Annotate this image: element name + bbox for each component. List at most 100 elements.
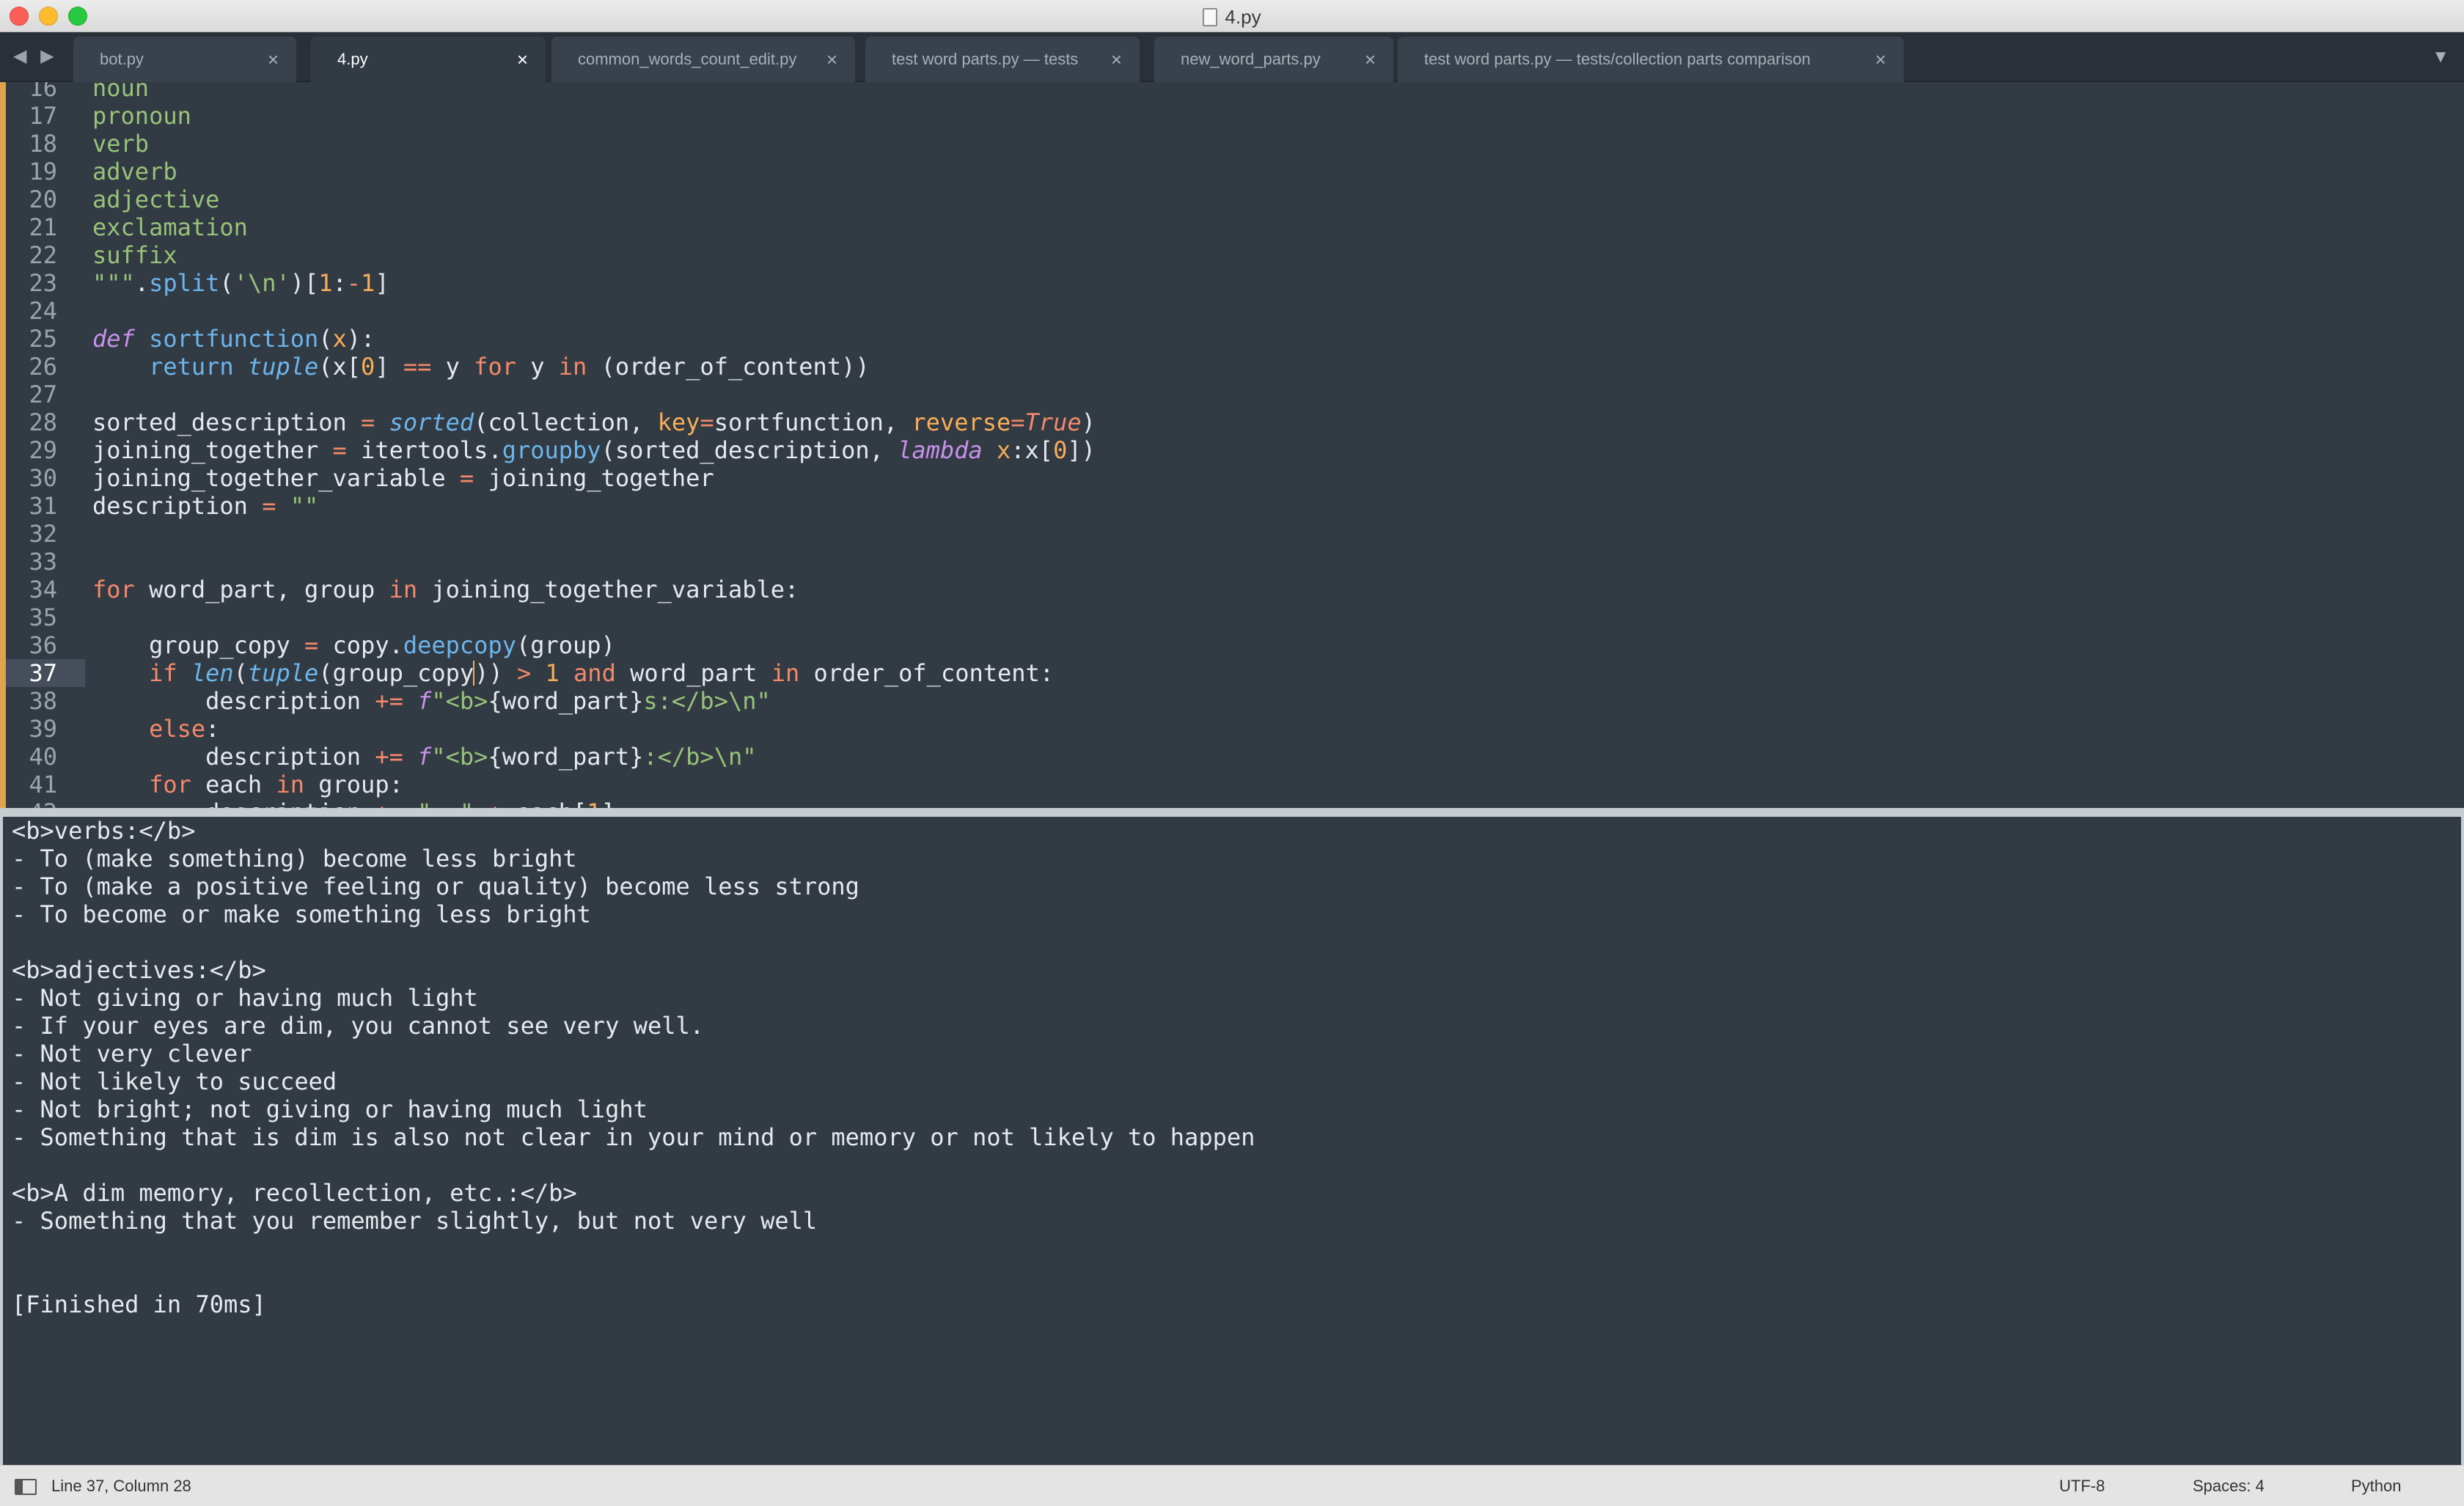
tab-collection-parts-comparison[interactable]: test word parts.py — tests/collection pa… bbox=[1398, 37, 1904, 82]
output-line: - Something that you remember slightly, … bbox=[12, 1207, 818, 1235]
code-line[interactable]: 36 group_copy = copy.deepcopy(group) bbox=[0, 631, 2464, 659]
code-line[interactable]: 19 adverb bbox=[0, 158, 2464, 186]
code-line[interactable]: 41 for each in group: bbox=[0, 771, 2464, 798]
line-number: 35 bbox=[29, 603, 57, 631]
line-number: 37 bbox=[29, 659, 57, 687]
tab-overflow-menu-icon[interactable]: ▼ bbox=[2432, 47, 2449, 67]
code-token: """ bbox=[92, 269, 135, 297]
code-line[interactable]: 28 sorted_description = sorted(collection… bbox=[0, 408, 2464, 436]
code-token: :</b>\n" bbox=[643, 743, 757, 771]
line-number: 42 bbox=[16, 798, 57, 808]
tab-new-word-parts[interactable]: new_word_parts.py × bbox=[1154, 37, 1393, 82]
code-token: += bbox=[375, 743, 403, 771]
output-line: - If your eyes are dim, you cannot see v… bbox=[12, 1012, 705, 1040]
code-token: + bbox=[488, 798, 502, 808]
code-token: order_of_content: bbox=[799, 659, 1055, 687]
code-token: sortfunction bbox=[149, 325, 319, 353]
code-token: : bbox=[332, 269, 347, 297]
code-line[interactable]: 29 joining_together = itertools.groupby(s… bbox=[0, 436, 2464, 464]
code-line[interactable]: 24 bbox=[0, 297, 2464, 325]
code-token: tuple bbox=[247, 353, 319, 381]
file-icon bbox=[1203, 8, 1218, 26]
code-line[interactable]: 26 return tuple(x[0] == y for y in (orde… bbox=[0, 353, 2464, 381]
line-number: 18 bbox=[29, 130, 57, 158]
code-token: (group) bbox=[516, 631, 615, 659]
code-line[interactable]: 21 exclamation bbox=[0, 213, 2464, 241]
close-tab-icon[interactable]: × bbox=[268, 37, 279, 82]
code-line[interactable]: 42 description += "- " + each[1] bbox=[0, 798, 2464, 808]
code-token: (group_copy bbox=[318, 659, 474, 687]
code-line[interactable]: 25 def sortfunction(x): bbox=[0, 325, 2464, 353]
line-number: 38 bbox=[29, 687, 57, 715]
code-text: suffix bbox=[92, 241, 177, 269]
code-token: = bbox=[262, 492, 276, 520]
code-token: : bbox=[205, 715, 220, 743]
output-line: - Not very clever bbox=[12, 1040, 252, 1068]
code-line[interactable]: 22 suffix bbox=[0, 241, 2464, 269]
tab-navigation-arrows-icon[interactable]: ◀ ▶ bbox=[13, 45, 59, 67]
tab-bot-py[interactable]: bot.py × bbox=[73, 37, 296, 82]
code-text: return tuple(x[0] == y for y in (order_o… bbox=[92, 353, 870, 381]
tab-test-word-parts-tests[interactable]: test word parts.py — tests × bbox=[865, 37, 1140, 82]
code-line[interactable]: 30 joining_together_variable = joining_to… bbox=[0, 464, 2464, 492]
code-token: = bbox=[700, 408, 714, 436]
code-line[interactable]: 32 bbox=[0, 520, 2464, 548]
code-line[interactable]: 23 """.split('\n')[1:-1] bbox=[0, 269, 2464, 297]
encoding-indicator[interactable]: UTF-8 bbox=[2059, 1466, 2105, 1506]
output-line: <b>A dim memory, recollection, etc.:</b> bbox=[12, 1179, 577, 1207]
code-token: def bbox=[92, 325, 135, 353]
code-line[interactable]: 31 description = "" bbox=[0, 492, 2464, 520]
close-tab-icon[interactable]: × bbox=[826, 37, 837, 82]
code-line[interactable]: 38 description += f"<b>{word_part}s:</b>… bbox=[0, 687, 2464, 715]
close-tab-icon[interactable]: × bbox=[1875, 37, 1886, 82]
code-line[interactable]: 16 noun bbox=[0, 82, 2464, 102]
code-token: word_part, group bbox=[134, 576, 389, 603]
tab-label: new_word_parts.py bbox=[1181, 50, 1321, 68]
code-token: (collection, bbox=[474, 408, 658, 436]
output-line: - Not giving or having much light bbox=[12, 984, 478, 1012]
indentation-indicator[interactable]: Spaces: 4 bbox=[2193, 1466, 2265, 1506]
line-number: 26 bbox=[29, 353, 57, 381]
close-tab-icon[interactable]: × bbox=[517, 37, 528, 82]
code-text: for word_part, group in joining_together… bbox=[92, 576, 799, 603]
close-tab-icon[interactable]: × bbox=[1111, 37, 1122, 82]
code-token: copy. bbox=[318, 631, 403, 659]
code-text: sorted_description = sorted(collection, … bbox=[92, 408, 1096, 436]
code-line[interactable]: 17 pronoun bbox=[0, 102, 2464, 130]
tab-label: test word parts.py — tests/collection pa… bbox=[1424, 50, 1811, 68]
output-line: - To (make something) become less bright bbox=[12, 845, 577, 873]
code-token: lambda bbox=[898, 436, 983, 464]
code-line[interactable]: 37 if len(tuple(group_copy)) > 1 and wor… bbox=[0, 659, 2464, 687]
code-token: ( bbox=[219, 269, 234, 297]
tab-common-words-count-edit[interactable]: common_words_count_edit.py × bbox=[551, 37, 855, 82]
code-token: each bbox=[191, 771, 276, 798]
code-line[interactable]: 18 verb bbox=[0, 130, 2464, 158]
output-line: <b>verbs:</b> bbox=[12, 817, 196, 845]
code-token: sorted_description bbox=[92, 408, 362, 436]
line-number: 31 bbox=[29, 492, 57, 520]
tab-4-py[interactable]: 4.py × bbox=[311, 37, 546, 82]
panel-splitter[interactable] bbox=[0, 808, 2464, 817]
code-token: 1 bbox=[545, 659, 560, 687]
line-number: 21 bbox=[29, 213, 57, 241]
code-line[interactable]: 27 bbox=[0, 381, 2464, 408]
code-line[interactable]: 40 description += f"<b>{word_part}:</b>\… bbox=[0, 743, 2464, 771]
code-line[interactable]: 39 else: bbox=[0, 715, 2464, 743]
code-editor[interactable]: 16 noun 17 pronoun 18 verb 19 adverb 20 adjective… bbox=[0, 82, 2464, 808]
code-line[interactable]: 35 bbox=[0, 603, 2464, 631]
output-line: <b>adjectives:</b> bbox=[12, 956, 266, 984]
code-line[interactable]: 20 adjective bbox=[0, 186, 2464, 213]
code-line[interactable]: 33 bbox=[0, 548, 2464, 576]
code-token: y bbox=[431, 353, 474, 381]
close-tab-icon[interactable]: × bbox=[1365, 37, 1376, 82]
cursor-position[interactable]: Line 37, Column 28 bbox=[51, 1466, 191, 1506]
syntax-indicator[interactable]: Python bbox=[2351, 1466, 2402, 1506]
code-line[interactable]: 34 for word_part, group in joining_togeth… bbox=[0, 576, 2464, 603]
code-token: = bbox=[459, 464, 474, 492]
code-text: description += f"<b>{word_part}:</b>\n" bbox=[92, 743, 756, 771]
panel-toggle-icon[interactable] bbox=[15, 1479, 37, 1495]
build-output-panel[interactable]: <b>verbs:</b> - To (make something) becom… bbox=[0, 817, 2464, 1465]
